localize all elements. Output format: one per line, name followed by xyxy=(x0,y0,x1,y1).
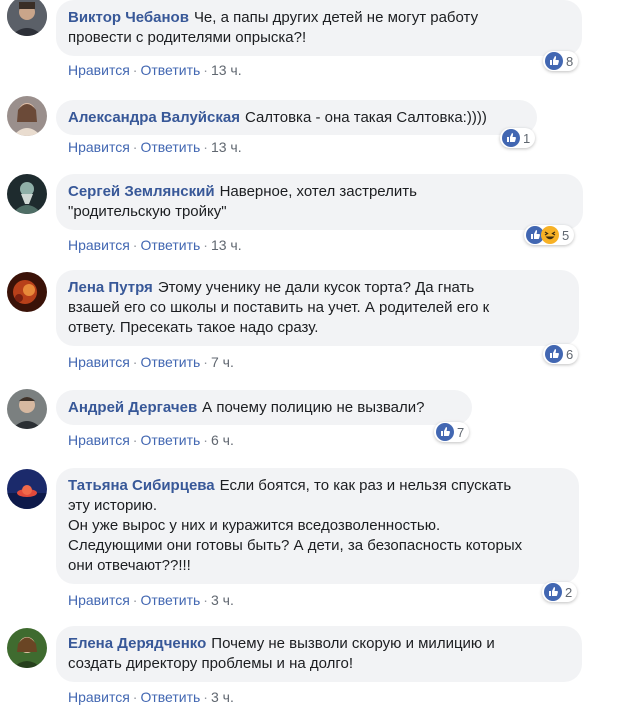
like-icon xyxy=(502,129,520,147)
reaction-number: 7 xyxy=(457,424,465,440)
haha-icon xyxy=(541,226,559,244)
like-icon xyxy=(545,345,563,363)
reply-link[interactable]: Ответить xyxy=(140,689,200,705)
avatar[interactable] xyxy=(7,469,47,509)
reaction-count[interactable]: 1 xyxy=(500,128,536,148)
comment-author[interactable]: Лена Путря xyxy=(68,279,153,296)
reply-link[interactable]: Ответить xyxy=(140,592,200,608)
comment-bubble: Татьяна Сибирцева Если боятся, то как раз… xyxy=(56,468,579,584)
like-link[interactable]: Нравится xyxy=(68,432,130,448)
comment-author[interactable]: Елена Дерядченко xyxy=(68,635,206,652)
like-link[interactable]: Нравится xyxy=(68,62,130,78)
comment-author[interactable]: Сергей Землянский xyxy=(68,183,215,200)
comment-actions: Нравится · Ответить · 3 ч. xyxy=(68,592,234,608)
reply-link[interactable]: Ответить xyxy=(140,432,200,448)
comment-actions: Нравится · Ответить · 13 ч. xyxy=(68,62,242,78)
reaction-count[interactable]: 8 xyxy=(543,51,579,71)
comment-bubble: Лена Путря Этому ученику не дали кусок то… xyxy=(56,270,579,346)
comment-actions: Нравится · Ответить · 13 ч. xyxy=(68,237,242,253)
like-link[interactable]: Нравится xyxy=(68,237,130,253)
comment-actions: Нравится · Ответить · 3 ч. xyxy=(68,689,234,705)
comment-time[interactable]: 3 ч. xyxy=(211,592,234,608)
comment-actions: Нравится · Ответить · 6 ч. xyxy=(68,432,234,448)
avatar[interactable] xyxy=(7,0,47,36)
comment-author[interactable]: Александра Валуйская xyxy=(68,109,240,126)
like-icon xyxy=(436,423,454,441)
reaction-count[interactable]: 2 xyxy=(542,582,578,602)
comment-time[interactable]: 13 ч. xyxy=(211,62,242,78)
comment-author[interactable]: Андрей Дергачев xyxy=(68,399,197,416)
comment-author[interactable]: Виктор Чебанов xyxy=(68,9,189,26)
avatar[interactable] xyxy=(7,389,47,429)
comment-bubble: Сергей Землянский Наверное, хотел застрел… xyxy=(56,174,583,230)
avatar[interactable] xyxy=(7,272,47,312)
like-icon xyxy=(545,52,563,70)
like-link[interactable]: Нравится xyxy=(68,354,130,370)
reaction-number: 5 xyxy=(562,227,570,243)
like-icon xyxy=(544,583,562,601)
avatar[interactable] xyxy=(7,174,47,214)
reply-link[interactable]: Ответить xyxy=(140,237,200,253)
comment-time[interactable]: 7 ч. xyxy=(211,354,234,370)
comment-time[interactable]: 13 ч. xyxy=(211,139,242,155)
like-link[interactable]: Нравится xyxy=(68,689,130,705)
reaction-number: 6 xyxy=(566,346,574,362)
avatar[interactable] xyxy=(7,628,47,668)
comment-text: А почему полицию не вызвали? xyxy=(202,399,425,416)
comment-bubble: Александра Валуйская Салтовка - она такая… xyxy=(56,100,537,135)
reaction-count[interactable]: 6 xyxy=(543,344,579,364)
reply-link[interactable]: Ответить xyxy=(140,139,200,155)
reaction-number: 8 xyxy=(566,53,574,69)
reply-link[interactable]: Ответить xyxy=(140,354,200,370)
reaction-count[interactable]: 5 xyxy=(524,225,575,245)
avatar[interactable] xyxy=(7,96,47,136)
like-link[interactable]: Нравится xyxy=(68,139,130,155)
reaction-number: 2 xyxy=(565,584,573,600)
comment-actions: Нравится · Ответить · 7 ч. xyxy=(68,354,234,370)
comment-time[interactable]: 13 ч. xyxy=(211,237,242,253)
like-link[interactable]: Нравится xyxy=(68,592,130,608)
reaction-count[interactable]: 7 xyxy=(434,422,470,442)
comment-actions: Нравится · Ответить · 13 ч. xyxy=(68,139,242,155)
comment-text: Салтовка - она такая Салтовка:)))) xyxy=(244,109,487,126)
comment-time[interactable]: 6 ч. xyxy=(211,432,234,448)
reply-link[interactable]: Ответить xyxy=(140,62,200,78)
comment-time[interactable]: 3 ч. xyxy=(211,689,234,705)
comment-bubble: Андрей Дергачев А почему полицию не вызва… xyxy=(56,390,472,425)
comment-bubble: Елена Дерядченко Почему не вызволи скорую… xyxy=(56,626,582,682)
reaction-number: 1 xyxy=(523,130,531,146)
comment-author[interactable]: Татьяна Сибирцева xyxy=(68,477,215,494)
comment-bubble: Виктор Чебанов Че, а папы других детей не… xyxy=(56,0,582,56)
